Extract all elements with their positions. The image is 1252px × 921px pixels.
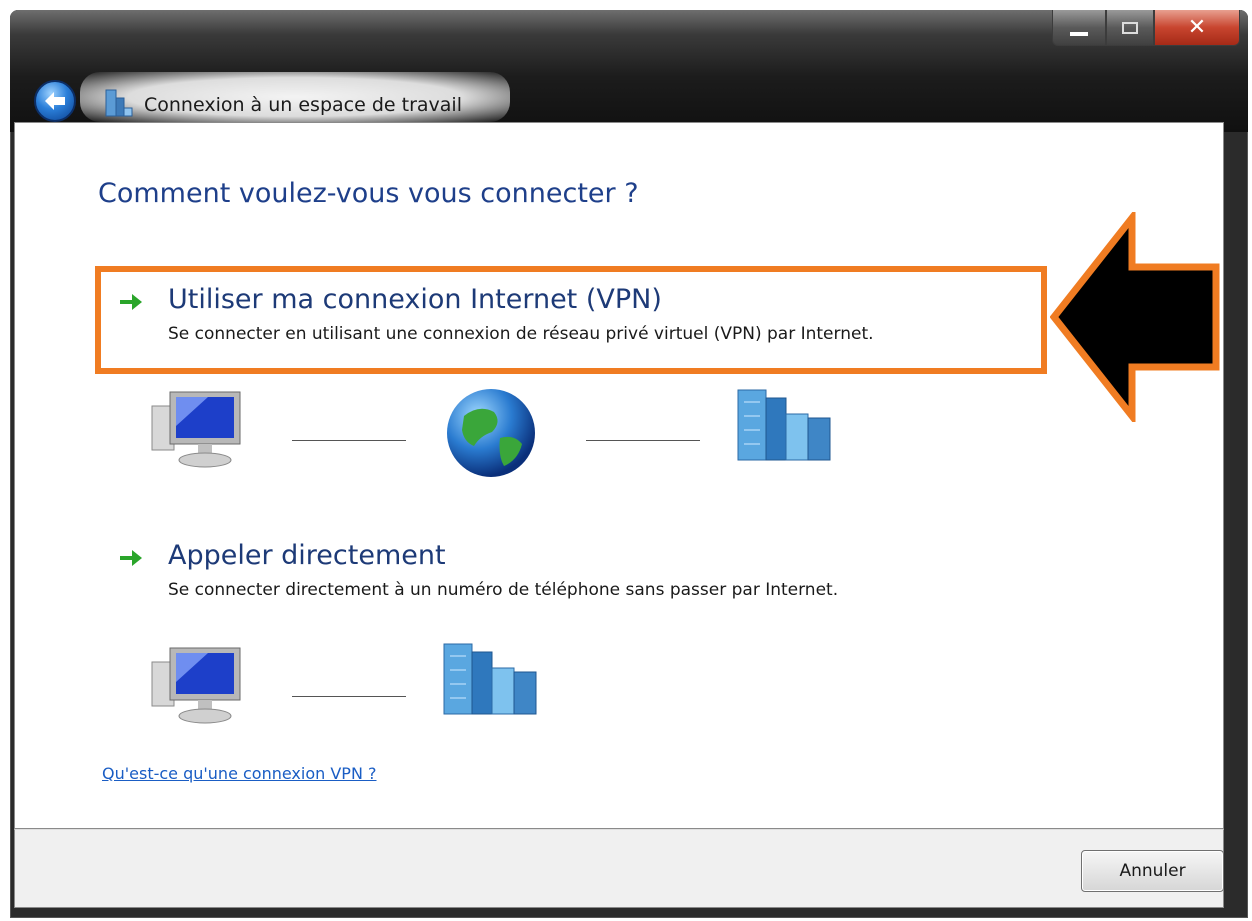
highlight-box: [95, 266, 1047, 374]
option-dial-title: Appeler directement: [168, 540, 446, 571]
connection-line: [586, 440, 700, 441]
vpn-help-link[interactable]: Qu'est-ce qu'une connexion VPN ?: [102, 764, 377, 783]
computer-icon: [151, 391, 241, 468]
option-dial[interactable]: Appeler directement Se connecter directe…: [118, 540, 998, 610]
minimize-button[interactable]: [1052, 10, 1106, 46]
maximize-button[interactable]: [1106, 10, 1154, 46]
minimize-icon: [1070, 31, 1088, 36]
back-arrow-icon: [45, 92, 65, 110]
caption-buttons: ✕: [1052, 10, 1240, 46]
cancel-button[interactable]: Annuler: [1081, 850, 1224, 892]
office-building-icon: [443, 643, 537, 715]
option-dial-description: Se connecter directement à un numéro de …: [168, 580, 839, 600]
green-arrow-icon: [120, 550, 142, 566]
connection-line: [292, 440, 406, 441]
window-title: Connexion à un espace de travail: [144, 94, 462, 116]
pointer-arrow-icon: [1050, 212, 1220, 422]
network-building-icon: [105, 89, 133, 117]
maximize-icon: [1122, 21, 1138, 34]
globe-icon: [447, 389, 535, 477]
office-building-icon: [737, 389, 831, 461]
back-button[interactable]: [34, 80, 76, 122]
title-bar: Connexion à un espace de travail ✕: [10, 10, 1248, 132]
connection-line: [292, 696, 406, 697]
page-heading: Comment voulez-vous vous connecter ?: [98, 178, 639, 209]
dialog-footer: [14, 829, 1224, 908]
close-button[interactable]: ✕: [1154, 10, 1240, 46]
computer-icon: [151, 647, 241, 724]
close-icon: ✕: [1187, 15, 1207, 40]
